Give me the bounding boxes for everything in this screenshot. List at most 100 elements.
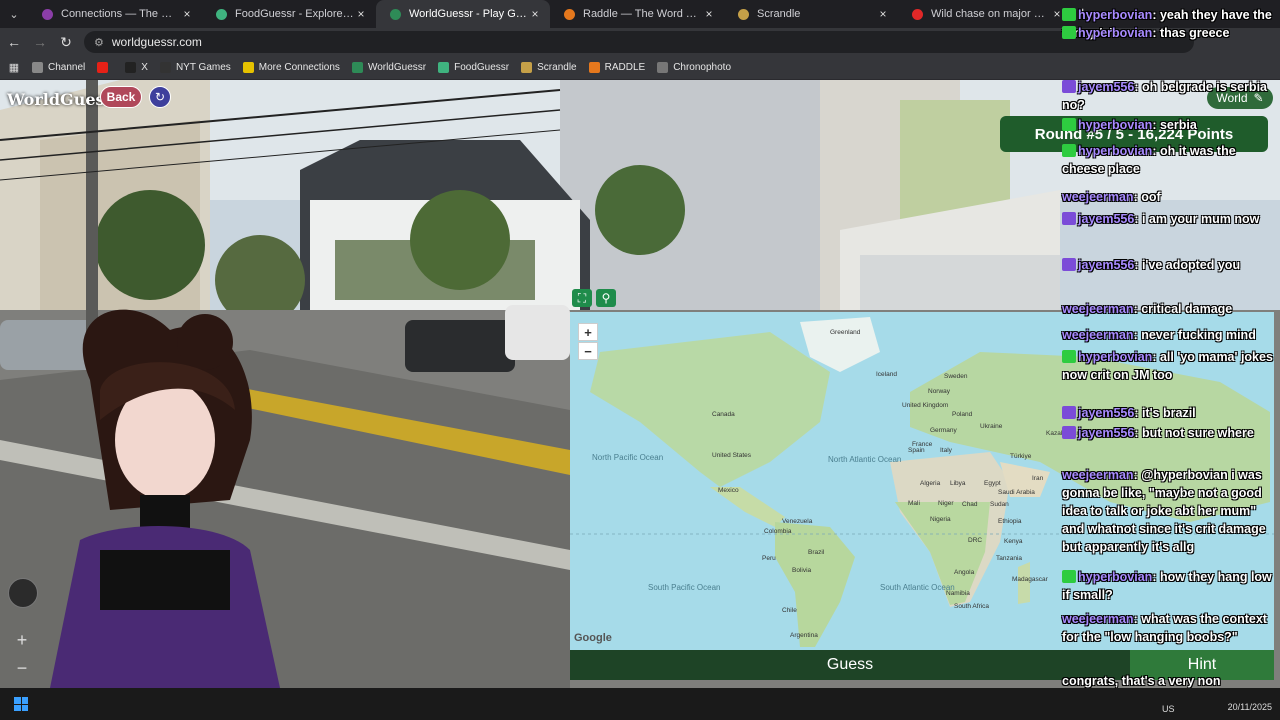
map-label-north-pacific: North Pacific Ocean	[592, 453, 663, 462]
browser-tab[interactable]: WorldGuessr - Play Geoguessr×	[376, 0, 550, 28]
bookmark-item[interactable]: Chronophoto	[657, 62, 731, 73]
bookmark-label: Scrandle	[537, 62, 577, 73]
bookmark-item[interactable]: More Connections	[242, 62, 340, 73]
bookmark-item[interactable]: RADDLE	[588, 62, 646, 73]
map-label-chile: Chile	[782, 607, 797, 614]
world-mode-button[interactable]: World ✎	[1207, 87, 1273, 109]
bookmark-item[interactable]: WorldGuessr	[351, 62, 427, 73]
map-label-peru: Peru	[762, 555, 776, 562]
zoom-in-street-icon[interactable]: +	[10, 629, 34, 651]
tab-close-icon[interactable]: ×	[354, 7, 368, 21]
browser-tab[interactable]: FoodGuessr - Explore the world×	[202, 0, 376, 28]
map-label-algeria: Algeria	[920, 480, 941, 487]
bookmark-list: Channel X NYT Games More Connections WorldGu…	[32, 62, 743, 73]
bookmark-label: WorldGuessr	[367, 62, 427, 73]
new-tab-button[interactable]: +	[1078, 5, 1087, 23]
reload-location-icon[interactable]: ↻	[149, 86, 171, 108]
input-language[interactable]: US	[1162, 704, 1175, 714]
tab-search-icon[interactable]: ⌄	[0, 0, 28, 28]
tab-close-icon[interactable]: ×	[702, 7, 716, 21]
os-taskbar: US 20/11/2025	[0, 688, 1280, 720]
map-label-mexico: Mexico	[718, 487, 739, 494]
bookmark-label: X	[141, 62, 148, 73]
compass-icon[interactable]	[8, 578, 38, 608]
bookmark-item[interactable]: FoodGuessr	[438, 62, 509, 73]
browser-tab[interactable]: Scrandle ×	[724, 0, 898, 28]
tab-favicon-icon	[42, 8, 53, 20]
tab-favicon-icon	[738, 8, 749, 20]
map-zoom-in-button[interactable]: +	[578, 323, 598, 341]
map-zoom-out-button[interactable]: −	[578, 342, 598, 360]
bookmark-item[interactable]: X	[125, 62, 148, 73]
apps-grid-icon[interactable]: ▦	[2, 56, 26, 80]
tab-title: Connections — The New York T	[61, 8, 180, 20]
bookmark-item[interactable]	[97, 62, 113, 73]
tab-close-icon[interactable]: ×	[1050, 7, 1064, 21]
windows-start-icon[interactable]	[14, 697, 28, 711]
map-label-north-atlantic: North Atlantic Ocean	[828, 455, 901, 464]
pin-map-icon[interactable]: ⚲	[596, 289, 616, 307]
tab-favicon-icon	[564, 8, 575, 20]
world-map-svg: Greenland Iceland Sweden Norway Canada United…	[570, 312, 1274, 650]
world-mode-label: World	[1216, 91, 1248, 105]
map-label-ukraine: Ukraine	[980, 423, 1003, 430]
bookmark-label: Chronophoto	[673, 62, 732, 73]
bookmark-icon	[438, 62, 450, 73]
map-label-niger: Niger	[938, 500, 954, 507]
map-label-chad: Chad	[962, 501, 978, 508]
bookmark-icon	[32, 62, 43, 73]
round-banner: Round #5 / 5 - 16,224 Points	[1000, 116, 1268, 152]
bookmark-label: RADDLE	[604, 62, 646, 73]
map-label-drc: DRC	[968, 537, 982, 544]
url-text: worldguessr.com	[111, 35, 202, 49]
map-label-south-africa: South Africa	[954, 603, 989, 610]
tab-favicon-icon	[216, 8, 227, 20]
bookmark-item[interactable]: Scrandle	[521, 62, 577, 73]
hint-button[interactable]: Hint	[1130, 650, 1274, 680]
browser-tab[interactable]: Wild chase on major Perth high×	[898, 0, 1072, 28]
forward-arrow-icon[interactable]: →	[28, 30, 52, 54]
edit-pencil-icon: ✎	[1253, 91, 1264, 105]
tab-close-icon[interactable]: ×	[180, 7, 194, 21]
map-label-nigeria: Nigeria	[930, 516, 951, 523]
bookmark-label: More Connections	[258, 62, 340, 73]
back-button[interactable]: Back	[100, 86, 142, 108]
map-label-germany: Germany	[930, 427, 957, 434]
reload-icon[interactable]: ↻	[54, 30, 78, 54]
map-label-egypt: Egypt	[984, 480, 1001, 487]
map-label-iran: Iran	[1032, 475, 1044, 482]
bookmark-icon	[657, 62, 669, 73]
map-label-spain: Spain	[908, 447, 925, 454]
bookmark-icon	[97, 62, 109, 73]
bookmark-item[interactable]: NYT Games	[159, 62, 231, 73]
bookmark-item[interactable]: Channel	[32, 62, 85, 73]
bookmark-icon	[521, 62, 533, 73]
map-label-angola: Angola	[954, 569, 975, 576]
zoom-out-street-icon[interactable]: −	[10, 657, 34, 679]
map-label-united-states: United States	[712, 452, 752, 459]
address-bar-row: ← → ↻ ⚙ worldguessr.com	[0, 28, 1280, 56]
map-label-madagascar: Madagascar	[1012, 576, 1049, 583]
site-info-icon[interactable]: ⚙	[94, 36, 104, 49]
map-label-iceland: Iceland	[876, 371, 897, 378]
map-label-tanzania: Tanzania	[996, 555, 1022, 562]
guess-map[interactable]: Greenland Iceland Sweden Norway Canada United…	[570, 312, 1274, 650]
bookmark-icon	[125, 62, 137, 73]
map-label-saudi-arabia: Saudi Arabia	[998, 489, 1035, 496]
browser-tab[interactable]: Raddle — The Word Transforma×	[550, 0, 724, 28]
bookmark-icon	[159, 62, 171, 73]
bookmark-label: Channel	[48, 62, 86, 73]
system-clock[interactable]: 20/11/2025	[1228, 691, 1272, 713]
browser-tab[interactable]: Connections — The New York T×	[28, 0, 202, 28]
map-label-south-pacific: South Pacific Ocean	[648, 583, 720, 592]
guess-button[interactable]: Guess	[570, 650, 1130, 680]
bookmark-icon	[588, 62, 600, 73]
browser-tab-bar: ⌄ Connections — The New York T×FoodGuess…	[0, 0, 1280, 28]
back-arrow-icon[interactable]: ←	[2, 30, 26, 54]
tab-close-icon[interactable]: ×	[528, 7, 542, 21]
map-attribution: Google	[574, 632, 612, 644]
bookmark-icon	[351, 62, 363, 73]
tab-close-icon[interactable]: ×	[876, 7, 890, 21]
expand-map-icon[interactable]: ⛶	[572, 289, 592, 307]
omnibox[interactable]: ⚙ worldguessr.com	[84, 31, 1194, 53]
